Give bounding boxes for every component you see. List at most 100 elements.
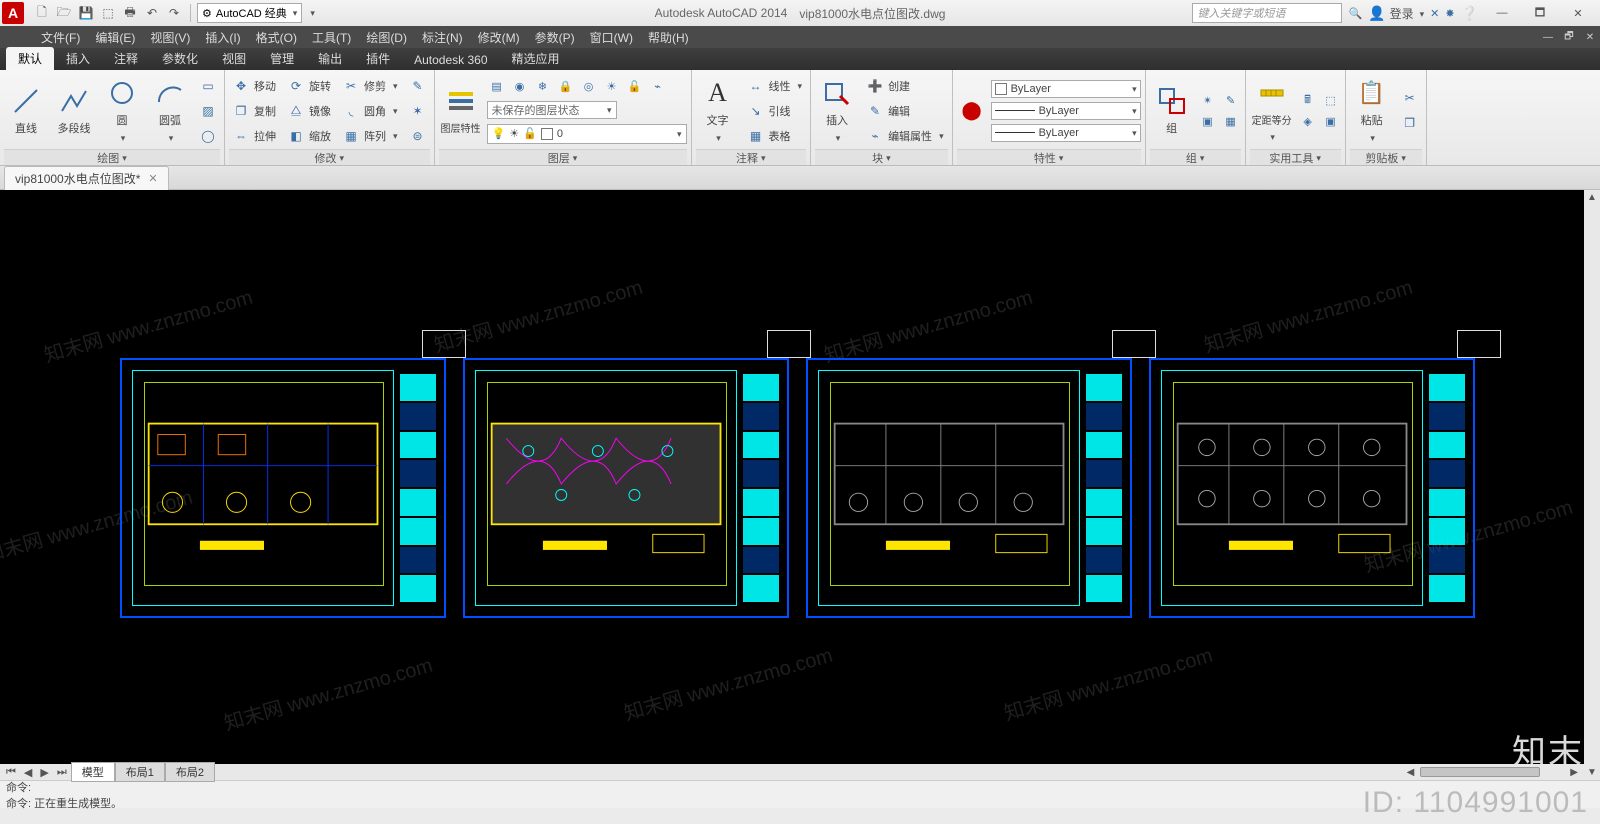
menu-modify[interactable]: 修改(M) (471, 27, 527, 48)
copy-button[interactable]: ❐复制 (229, 100, 280, 122)
undo-icon[interactable]: ↶ (142, 3, 162, 23)
new-icon[interactable]: 🗋 (32, 3, 52, 23)
menu-format[interactable]: 格式(O) (249, 27, 304, 48)
edit-block-button[interactable]: ✎编辑 (863, 100, 948, 122)
menu-insert[interactable]: 插入(I) (198, 27, 247, 48)
horizontal-scroll-thumb[interactable] (1420, 767, 1540, 777)
layout-tab-1[interactable]: 布局1 (115, 762, 165, 782)
menu-dimension[interactable]: 标注(N) (415, 27, 470, 48)
selectall-icon[interactable]: ▣ (1321, 112, 1341, 130)
qat-customize-icon[interactable] (308, 7, 315, 19)
measure-button[interactable]: 定距等分 (1250, 76, 1294, 146)
sign-in-button[interactable]: 👤 登录 (1368, 5, 1424, 22)
tab-parametric[interactable]: 参数化 (150, 47, 210, 70)
saveas-icon[interactable]: ⬚ (98, 3, 118, 23)
edit-attr-button[interactable]: ⌁编辑属性 (863, 125, 948, 147)
group-button[interactable]: 组 (1150, 76, 1194, 146)
linetype-selector[interactable]: ByLayer (991, 124, 1141, 142)
tab-annotate[interactable]: 注释 (102, 47, 150, 70)
menu-edit[interactable]: 编辑(E) (88, 27, 142, 48)
tab-output[interactable]: 输出 (306, 47, 354, 70)
scroll-right-icon[interactable]: ▶ (1564, 767, 1584, 778)
layer-match-icon[interactable]: ⌁ (648, 78, 668, 96)
tab-a360[interactable]: Autodesk 360 (402, 50, 499, 70)
tab-next-icon[interactable]: ▶ (36, 765, 52, 780)
offset-button[interactable]: ⊜ (406, 125, 430, 147)
layer-on-icon[interactable]: ◎ (579, 78, 599, 96)
tab-last-icon[interactable]: ⏭ (53, 765, 71, 780)
layer-off-icon[interactable]: ◉ (510, 78, 530, 96)
lineweight-selector[interactable]: ByLayer (991, 102, 1141, 120)
selsim-icon[interactable]: ⬚ (1321, 91, 1341, 109)
tab-featured[interactable]: 精选应用 (500, 47, 572, 70)
command-line[interactable]: 命令: 命令: 正在重生成模型。 (0, 780, 1600, 808)
leader-button[interactable]: ↘引线 (744, 100, 807, 122)
doc-close-icon[interactable]: ✕ (1580, 28, 1600, 46)
tab-prev-icon[interactable]: ◀ (20, 765, 36, 780)
create-block-button[interactable]: ➕创建 (863, 75, 948, 97)
tab-insert[interactable]: 插入 (54, 47, 102, 70)
menu-draw[interactable]: 绘图(D) (359, 27, 414, 48)
rotate-button[interactable]: ⟳旋转 (284, 75, 335, 97)
cut-button[interactable]: ✂ (1398, 87, 1422, 109)
help-icon[interactable]: ❔ (1461, 5, 1478, 22)
menu-window[interactable]: 窗口(W) (583, 27, 640, 48)
scale-button[interactable]: ◧缩放 (284, 125, 335, 147)
tab-first-icon[interactable]: ⏮ (2, 765, 20, 780)
scroll-left-icon[interactable]: ◀ (1401, 767, 1421, 778)
erase-button[interactable]: ✎ (406, 75, 430, 97)
layer-state-selector[interactable]: 未保存的图层状态 (487, 101, 617, 119)
close-tab-icon[interactable]: ✕ (148, 172, 157, 185)
help-search-input[interactable]: 键入关键字或短语 (1192, 3, 1342, 23)
dim-linear-button[interactable]: ↔线性 (744, 75, 807, 97)
doc-minimize-icon[interactable]: — (1538, 28, 1558, 46)
layer-unlock-icon[interactable]: 🔓 (625, 78, 645, 96)
search-icon[interactable]: 🔍 (1348, 7, 1362, 20)
move-button[interactable]: ✥移动 (229, 75, 280, 97)
minimize-button[interactable]: — (1484, 2, 1520, 24)
stretch-button[interactable]: ⇔拉伸 (229, 125, 280, 147)
layer-lock-icon[interactable]: 🔒 (556, 78, 576, 96)
layer-freeze-icon[interactable]: ❄ (533, 78, 553, 96)
rectangle-button[interactable]: ▭ (196, 75, 220, 97)
group-edit-icon[interactable]: ✎ (1221, 91, 1241, 109)
close-button[interactable]: ✕ (1560, 2, 1596, 24)
circle-button[interactable]: 圆 (100, 76, 144, 146)
tab-plugins[interactable]: 插件 (354, 47, 402, 70)
open-icon[interactable]: 🗁 (54, 3, 74, 23)
vertical-scrollbar[interactable]: ▲▼ (1584, 190, 1600, 780)
drawing-canvas[interactable]: 知末网 www.znzmo.com 知末网 www.znzmo.com 知末网 … (0, 190, 1600, 780)
tab-manage[interactable]: 管理 (258, 47, 306, 70)
menu-file[interactable]: 文件(F) (34, 27, 87, 48)
maximize-button[interactable]: 🗖 (1522, 2, 1558, 24)
mirror-button[interactable]: ⧋镜像 (284, 100, 335, 122)
tab-default[interactable]: 默认 (6, 47, 54, 70)
layer-thaw-icon[interactable]: ☀ (602, 78, 622, 96)
qcalc-icon[interactable]: 🖩 (1298, 91, 1318, 109)
ungroup-icon[interactable]: ✴ (1198, 91, 1218, 109)
exchange-icon[interactable]: ✕ (1430, 7, 1439, 20)
save-icon[interactable]: 💾 (76, 3, 96, 23)
array-button[interactable]: ▦阵列 (339, 125, 402, 147)
text-button[interactable]: A文字 (696, 76, 740, 146)
trim-button[interactable]: ✂修剪 (339, 75, 402, 97)
arc-button[interactable]: 圆弧 (148, 76, 192, 146)
menu-param[interactable]: 参数(P) (528, 27, 582, 48)
app-menu-button[interactable]: A (2, 2, 24, 24)
idpoint-icon[interactable]: ◈ (1298, 112, 1318, 130)
paste-button[interactable]: 📋粘贴 (1350, 76, 1394, 146)
redo-icon[interactable]: ↷ (164, 3, 184, 23)
print-icon[interactable]: 🖶 (120, 3, 140, 23)
polyline-button[interactable]: 多段线 (52, 76, 96, 146)
tab-view[interactable]: 视图 (210, 47, 258, 70)
group-select-icon[interactable]: ▣ (1198, 112, 1218, 130)
menu-help[interactable]: 帮助(H) (641, 27, 696, 48)
fillet-button[interactable]: ◟圆角 (339, 100, 402, 122)
menu-view[interactable]: 视图(V) (143, 27, 197, 48)
workspace-selector[interactable]: ⚙ AutoCAD 经典 (197, 3, 302, 23)
table-button[interactable]: ▦表格 (744, 125, 807, 147)
layer-props-button[interactable]: 图层特性 (439, 76, 483, 146)
doc-restore-icon[interactable]: 🗗 (1559, 28, 1579, 46)
layer-iso-icon[interactable]: ▤ (487, 78, 507, 96)
cloud-icon[interactable]: ✸ (1445, 7, 1454, 20)
